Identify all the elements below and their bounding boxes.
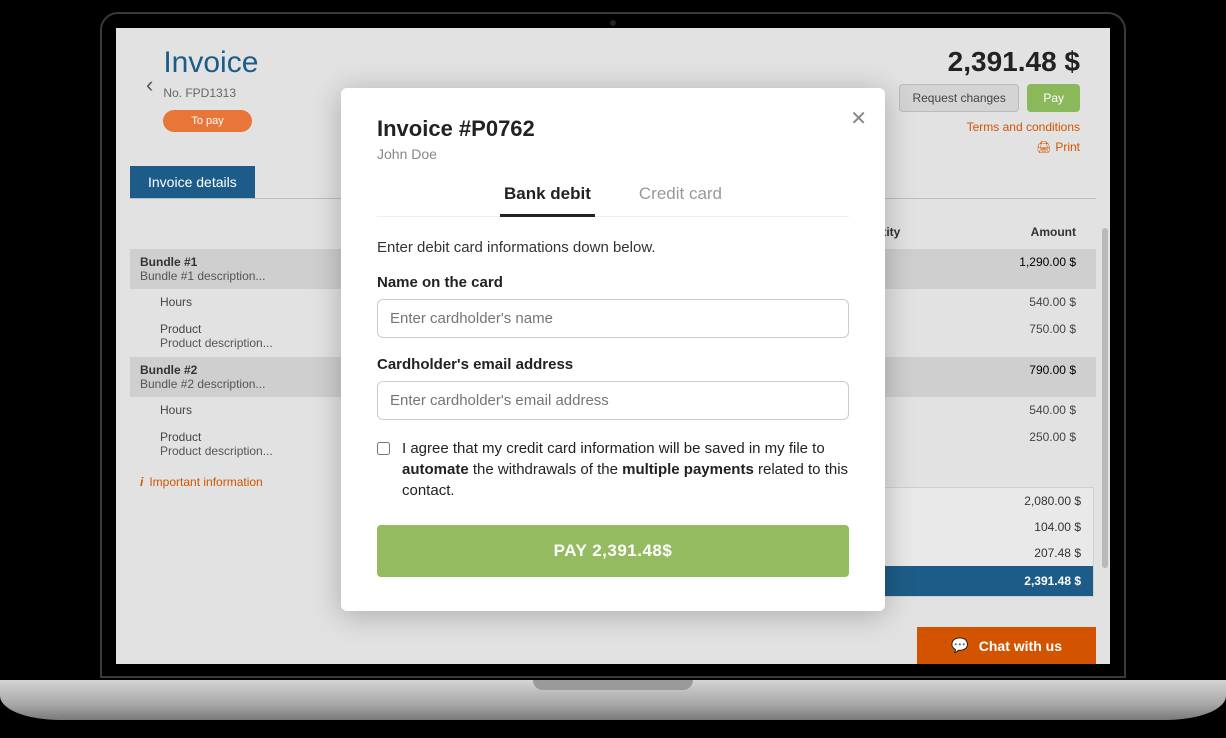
chat-icon: 💬 — [951, 637, 968, 654]
status-pill-to-pay[interactable]: To pay — [163, 110, 251, 132]
line-amount: 750.00 $ — [936, 322, 1086, 350]
cardholder-email-input[interactable] — [377, 381, 849, 420]
total-value: 2,391.48 $ — [1024, 574, 1081, 588]
name-on-card-label: Name on the card — [377, 274, 849, 291]
header-right: 2,391.48 $ Request changes Pay Terms and… — [899, 46, 1080, 154]
chat-label: Chat with us — [979, 638, 1062, 654]
print-label: Print — [1055, 140, 1080, 154]
modal-instructions: Enter debit card informations down below… — [377, 239, 849, 256]
bundle-amount: 1,290.00 $ — [936, 255, 1086, 283]
print-icon: 🖨 — [1036, 140, 1051, 154]
submit-payment-button[interactable]: PAY 2,391.48$ — [377, 525, 849, 577]
bundle-amount: 790.00 $ — [936, 363, 1086, 391]
terms-link[interactable]: Terms and conditions — [899, 120, 1080, 134]
cardholder-email-label: Cardholder's email address — [377, 356, 849, 373]
cardholder-name-input[interactable] — [377, 299, 849, 338]
important-label: Important information — [149, 475, 262, 489]
header-left: ‹ Invoice No. FPD1313 To pay — [146, 46, 258, 132]
payment-modal: ✕ Invoice #P0762 John Doe Bank debit Cre… — [341, 88, 885, 611]
request-changes-button[interactable]: Request changes — [899, 84, 1018, 112]
laptop-notch — [533, 680, 693, 690]
scrollbar[interactable] — [1102, 228, 1108, 568]
agree-row: I agree that my credit card information … — [377, 438, 849, 501]
modal-customer-name: John Doe — [377, 146, 849, 162]
tab-credit-card[interactable]: Credit card — [635, 184, 726, 216]
invoice-number: No. FPD1313 — [163, 86, 258, 100]
page-title: Invoice — [163, 46, 258, 80]
invoice-total: 2,391.48 $ — [899, 46, 1080, 78]
chat-with-us-button[interactable]: 💬 Chat with us — [917, 627, 1096, 664]
close-icon[interactable]: ✕ — [850, 106, 867, 131]
back-chevron-icon[interactable]: ‹ — [146, 72, 153, 98]
tab-invoice-details[interactable]: Invoice details — [130, 166, 255, 198]
info-icon: i — [140, 475, 143, 489]
tab-bank-debit[interactable]: Bank debit — [500, 184, 595, 217]
laptop-frame: ‹ Invoice No. FPD1313 To pay 2,391.48 $ … — [100, 12, 1126, 678]
line-amount: 250.00 $ — [936, 430, 1086, 458]
agree-checkbox[interactable] — [377, 442, 390, 455]
header-actions: Request changes Pay — [899, 84, 1080, 112]
pay-button-header[interactable]: Pay — [1027, 84, 1080, 112]
agree-text: I agree that my credit card information … — [402, 438, 849, 501]
payment-method-tabs: Bank debit Credit card — [377, 184, 849, 217]
modal-title: Invoice #P0762 — [377, 116, 849, 142]
print-link[interactable]: 🖨 Print — [899, 140, 1080, 154]
camera-icon — [610, 20, 616, 26]
line-amount: 540.00 $ — [936, 295, 1086, 309]
col-amount: Amount — [936, 225, 1086, 239]
line-amount: 540.00 $ — [936, 403, 1086, 417]
app-screen: ‹ Invoice No. FPD1313 To pay 2,391.48 $ … — [116, 28, 1110, 664]
